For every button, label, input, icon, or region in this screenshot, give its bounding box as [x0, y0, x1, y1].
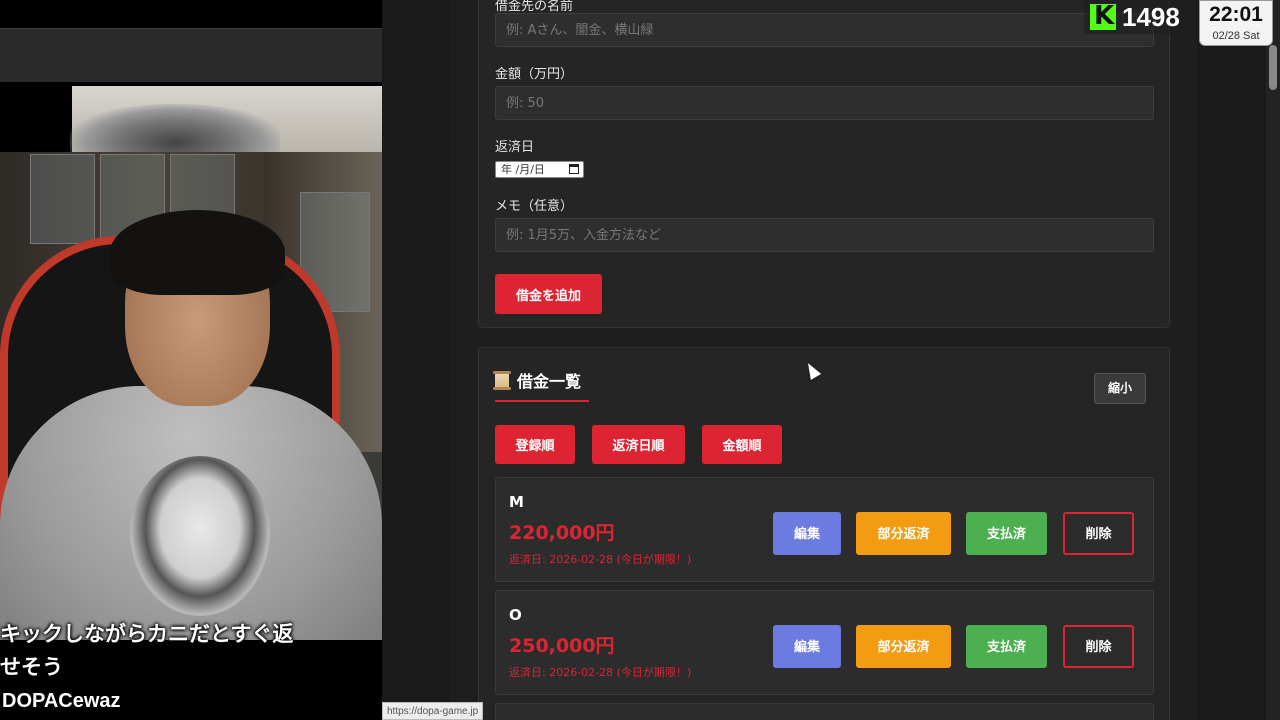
memo-input[interactable]: [495, 218, 1154, 252]
microphone-windscreen: [70, 104, 280, 159]
mark-paid-button[interactable]: 支払済: [966, 625, 1047, 668]
clock-time: 22:01: [1209, 3, 1263, 26]
page-scrollbar[interactable]: [1266, 0, 1280, 720]
delete-button[interactable]: 削除: [1063, 625, 1134, 668]
left-browser-bar: [0, 28, 382, 82]
delete-button[interactable]: 削除: [1063, 512, 1134, 555]
main-content: 借金先の名前 金額（万円） 返済日 年 /月/日 メモ（任意） 借金を追加 借金…: [450, 0, 1197, 720]
webcam-feed: [0, 86, 382, 640]
debt-due-date: 返済日: 2026-02-28 (今日が期限！): [509, 553, 692, 566]
chat-caption: キックしながらカニだとすぐ返 せそう: [0, 622, 294, 679]
debt-list-card: 借金一覧 縮小 登録順 返済日順 金額順 M 220,000円 返済日: 202…: [478, 347, 1170, 720]
clock-date: 02/28 Sat: [1212, 30, 1260, 42]
creditor-input[interactable]: [495, 13, 1154, 47]
streamer-panel: キックしながらカニだとすぐ返 せそう DOPACewaz: [0, 0, 382, 720]
debt-list-title: 借金一覧: [493, 368, 581, 392]
edit-button[interactable]: 編集: [773, 512, 841, 555]
creditor-label: 借金先の名前: [495, 0, 574, 14]
viewer-count: 1498: [1122, 1, 1180, 32]
add-debt-button[interactable]: 借金を追加: [495, 274, 602, 314]
streamer-name: DOPACewaz: [2, 690, 121, 712]
amount-label: 金額（万円）: [495, 67, 574, 82]
due-date-placeholder: 年 /月/日: [501, 163, 545, 176]
debt-item: [495, 703, 1154, 720]
scroll-icon: [493, 370, 511, 390]
debt-due-date: 返済日: 2026-02-28 (今日が期限！): [509, 666, 692, 679]
debt-amount: 220,000円: [509, 522, 615, 544]
screen: キックしながらカニだとすぐ返 せそう DOPACewaz 借金先の名前 金額（万…: [0, 0, 1280, 720]
memo-label: メモ（任意）: [495, 199, 574, 214]
debt-item: M 220,000円 返済日: 2026-02-28 (今日が期限！) 編集 部…: [495, 477, 1154, 582]
debt-name: O: [509, 606, 522, 624]
viewer-count-badge: 1498: [1084, 0, 1186, 34]
debt-name: M: [509, 493, 524, 511]
status-url: https://dopa-game.jp: [382, 702, 484, 720]
mark-paid-button[interactable]: 支払済: [966, 512, 1047, 555]
title-underline: [495, 400, 589, 402]
collapse-button[interactable]: 縮小: [1094, 373, 1146, 404]
partial-repay-button[interactable]: 部分返済: [856, 512, 951, 555]
debt-amount: 250,000円: [509, 635, 615, 657]
edit-button[interactable]: 編集: [773, 625, 841, 668]
scrollbar-thumb[interactable]: [1269, 45, 1277, 90]
kick-logo-icon: [1090, 1, 1116, 31]
due-date-input[interactable]: 年 /月/日: [495, 161, 584, 178]
clock-widget: 22:01 02/28 Sat: [1199, 0, 1273, 46]
sort-by-due-date-button[interactable]: 返済日順: [592, 425, 685, 464]
partial-repay-button[interactable]: 部分返済: [856, 625, 951, 668]
calendar-icon[interactable]: [569, 164, 579, 174]
sort-by-amount-button[interactable]: 金額順: [702, 425, 782, 464]
sort-by-registration-button[interactable]: 登録順: [495, 425, 575, 464]
due-date-label: 返済日: [495, 140, 535, 155]
amount-input[interactable]: [495, 86, 1154, 120]
add-debt-form: 借金先の名前 金額（万円） 返済日 年 /月/日 メモ（任意） 借金を追加: [478, 0, 1170, 328]
debt-item: O 250,000円 返済日: 2026-02-28 (今日が期限！) 編集 部…: [495, 590, 1154, 695]
